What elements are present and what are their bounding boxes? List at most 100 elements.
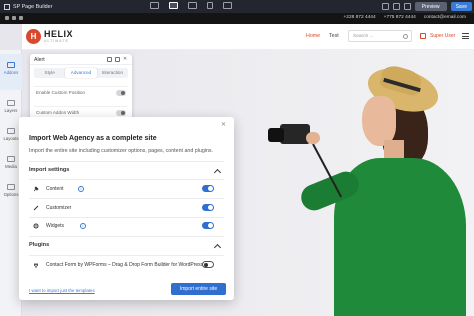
search-placeholder: Search ... [353, 33, 374, 39]
setting-row: Enable Custom Position [34, 86, 128, 98]
panel-header-actions: ✕ [107, 57, 128, 62]
sidebar-item-label: Addons [3, 69, 19, 75]
divider [29, 161, 224, 162]
close-icon[interactable]: ✕ [123, 57, 128, 62]
logo-tagline: ULTIMATE [44, 39, 69, 43]
dialog-description: Import the entire site including customi… [29, 148, 214, 154]
save-button[interactable]: Save [450, 2, 472, 11]
hand-shape [306, 132, 320, 144]
laptop-icon[interactable] [169, 2, 178, 9]
nav-test[interactable]: Test [329, 33, 339, 39]
tab-interaction[interactable]: Interaction [97, 68, 128, 78]
dialog-title: Import Web Agency as a complete site [29, 135, 157, 142]
device-switcher [150, 2, 232, 9]
gear-icon [33, 223, 39, 229]
addons-icon [7, 62, 15, 68]
tab-style[interactable]: Style [34, 68, 65, 78]
setting-label: Custom Addon Width [36, 110, 80, 115]
undo-icon[interactable] [381, 3, 389, 10]
logo-name[interactable]: HELIX [44, 29, 73, 39]
widgets-toggle[interactable] [202, 222, 214, 229]
import-option-content: Content i [29, 184, 224, 196]
history-icon[interactable] [403, 3, 411, 10]
panel-title: Alert [34, 56, 45, 63]
custom-width-toggle[interactable] [116, 110, 126, 116]
tab-advanced[interactable]: Advanced [65, 68, 97, 78]
menu-icon[interactable] [462, 33, 469, 39]
twitter-icon[interactable] [12, 16, 16, 20]
expand-icon[interactable] [115, 57, 120, 62]
layers-icon [7, 100, 15, 106]
import-option-customizer: Customizer [29, 203, 224, 215]
content-toggle[interactable] [202, 185, 214, 192]
camera-lens [268, 128, 284, 142]
divider [29, 198, 224, 199]
pin-icon [33, 186, 39, 192]
preview-button[interactable]: Preview [414, 2, 447, 11]
phone-text: +228 872 4444 [343, 15, 376, 20]
social-icons [5, 16, 23, 20]
facebook-icon[interactable] [5, 16, 9, 20]
sidebar-item-layers[interactable]: Layers [0, 100, 22, 113]
panel-header: Alert ✕ [30, 54, 132, 65]
brush-icon [33, 205, 39, 211]
mobile-icon[interactable] [207, 2, 213, 9]
import-entire-site-button[interactable]: Import entire site [171, 283, 226, 295]
redo-icon[interactable] [392, 3, 400, 10]
panel-tabs: Style Advanced Interaction [34, 68, 128, 78]
builder-window: SP Page Builder Preview Save +228 872 44… [0, 0, 474, 316]
fullscreen-icon[interactable] [223, 2, 232, 9]
logo-mark[interactable]: H [26, 29, 41, 44]
instagram-icon[interactable] [19, 16, 23, 20]
sidebar-item-label: Options [3, 191, 19, 197]
import-site-dialog: ✕ Import Web Agency as a complete site I… [19, 117, 234, 300]
sidebar-item-label: Layouts [3, 135, 19, 141]
divider [29, 179, 224, 180]
info-icon[interactable]: i [80, 223, 86, 229]
custom-position-toggle[interactable] [116, 90, 126, 96]
builder-topbar: SP Page Builder Preview Save [0, 0, 474, 13]
media-icon [7, 156, 15, 162]
copy-icon[interactable] [107, 57, 112, 62]
close-icon[interactable]: ✕ [221, 121, 226, 128]
site-header: H HELIX ULTIMATE Home Test Search ... Su… [22, 24, 474, 50]
chevron-up-icon[interactable] [213, 168, 222, 177]
divider [29, 217, 224, 218]
camera-body [280, 124, 310, 144]
email-text: contact@email.com [423, 15, 466, 20]
plugins-title: Plugins [29, 242, 50, 248]
import-option-widgets: Widgets i [29, 221, 224, 233]
plugin-label: Contact Form by WPForms – Drag & Drop Fo… [46, 262, 204, 268]
builder-title: SP Page Builder [13, 3, 53, 10]
chevron-up-icon[interactable] [213, 243, 222, 252]
sidebar-item-label: Media [5, 163, 17, 169]
nav-home[interactable]: Home [306, 33, 320, 39]
wpforms-toggle[interactable] [202, 261, 214, 268]
search-icon[interactable] [403, 34, 408, 39]
site-infobar: +228 872 4444 +775 872 4444 contact@emai… [0, 13, 474, 24]
tablet-icon[interactable] [188, 2, 197, 9]
phone2-text: +775 872 4444 [383, 15, 416, 20]
plug-icon [34, 263, 38, 268]
user-icon[interactable] [420, 33, 426, 39]
divider [29, 255, 224, 256]
setting-label: Enable Custom Position [36, 90, 86, 95]
option-label: Customizer [46, 205, 72, 211]
user-menu[interactable]: Super User [430, 33, 455, 39]
builder-logo-icon [4, 3, 10, 10]
option-label: Content [46, 186, 64, 192]
sidebar-item-label: Layers [4, 107, 18, 113]
info-icon[interactable]: i [78, 186, 84, 192]
customizer-toggle[interactable] [202, 204, 214, 211]
sidebar-item-addons[interactable]: Addons [0, 54, 22, 90]
layouts-icon [7, 128, 15, 134]
divider [29, 236, 224, 237]
search-input[interactable]: Search ... [348, 30, 412, 42]
templates-only-link[interactable]: I want to import just the templates [29, 288, 95, 293]
option-label: Widgets [46, 223, 65, 229]
desktop-icon[interactable] [150, 2, 159, 9]
topbar-actions: Preview Save [381, 2, 472, 11]
contact-info: +228 872 4444 +775 872 4444 contact@emai… [343, 15, 466, 20]
face-shape [362, 96, 396, 146]
import-settings-title: Import settings [29, 167, 70, 173]
